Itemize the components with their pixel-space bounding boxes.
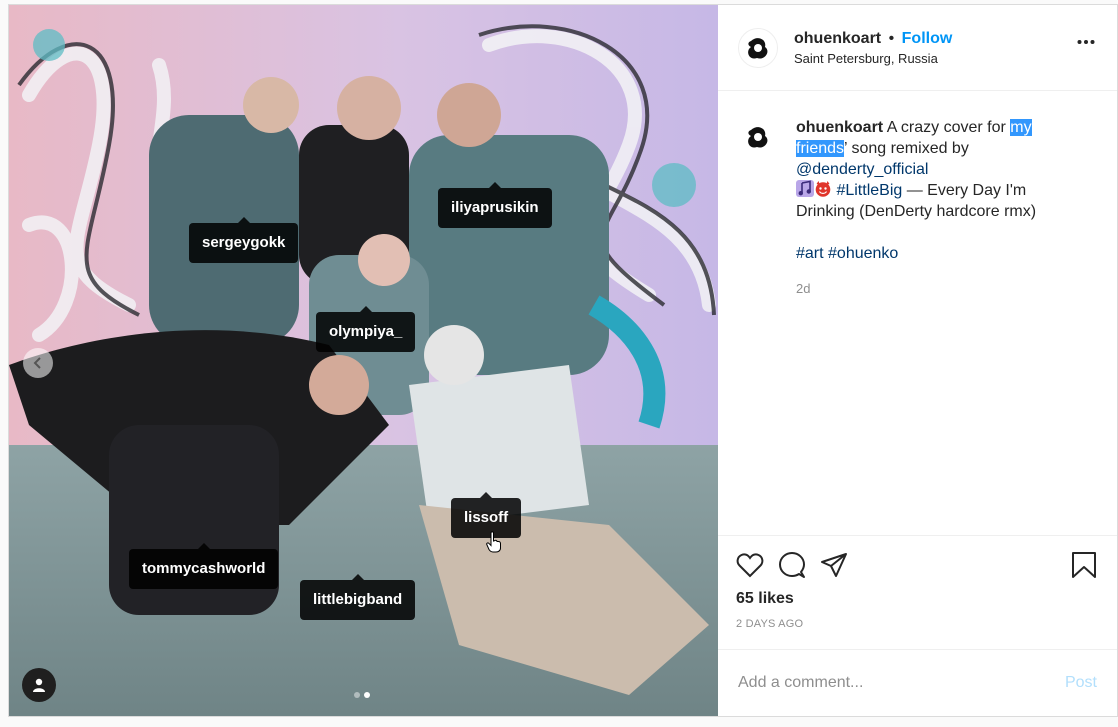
carousel-dot-active bbox=[364, 692, 370, 698]
carousel-dot bbox=[354, 692, 360, 698]
comment-icon[interactable] bbox=[778, 551, 806, 579]
comment-input[interactable] bbox=[738, 674, 1065, 692]
post-date[interactable]: 2 DAYS AGO bbox=[736, 618, 1097, 630]
caption-username[interactable]: ohuenkoart bbox=[796, 119, 883, 136]
post-comment-button[interactable]: Post bbox=[1065, 674, 1097, 692]
likes-count[interactable]: 65 likes bbox=[736, 590, 1097, 608]
ohuenko-logo-icon bbox=[748, 37, 768, 59]
caption: ohuenkoart A crazy cover for my friends’… bbox=[796, 117, 1066, 535]
mention-link[interactable]: @denderty_official bbox=[796, 161, 928, 178]
user-tag-littlebigband[interactable]: littlebigband bbox=[300, 574, 416, 620]
avatar[interactable] bbox=[738, 27, 778, 68]
hand-cursor-icon bbox=[486, 531, 501, 553]
hashtag-link-art[interactable]: #art bbox=[796, 245, 824, 262]
header-username[interactable]: ohuenkoart bbox=[794, 30, 881, 47]
post-card: sergeygokk iliyaprusikin olympiya_ lisso… bbox=[8, 4, 1118, 717]
comment-area: Post bbox=[718, 649, 1117, 716]
ohuenko-logo-icon bbox=[748, 127, 768, 148]
chevron-left-icon bbox=[33, 357, 41, 369]
caption-avatar[interactable] bbox=[738, 117, 778, 157]
location-link[interactable]: Saint Petersburg, Russia bbox=[794, 51, 952, 66]
caption-text: ’ song remixed by bbox=[844, 140, 969, 157]
hashtag-link-ohuenko[interactable]: #ohuenko bbox=[828, 245, 898, 262]
carousel-indicator bbox=[354, 692, 370, 698]
musical-note-emoji-icon bbox=[796, 180, 814, 197]
user-tag-tommycashworld[interactable]: tommycashworld bbox=[129, 543, 279, 589]
post-header: ohuenkoart • Follow Saint Petersburg, Ru… bbox=[718, 5, 1117, 91]
follow-button[interactable]: Follow bbox=[902, 30, 953, 47]
header-line: ohuenkoart • Follow bbox=[794, 30, 952, 48]
header-text: ohuenkoart • Follow Saint Petersburg, Ru… bbox=[794, 30, 952, 66]
actions-area: 65 likes 2 DAYS AGO bbox=[718, 535, 1117, 649]
caption-time[interactable]: 2d bbox=[796, 278, 1066, 299]
hashtag-link-littlebig[interactable]: #LittleBig bbox=[836, 182, 902, 199]
person-icon bbox=[33, 678, 45, 692]
post-side-panel: ohuenkoart • Follow Saint Petersburg, Ru… bbox=[718, 5, 1117, 716]
post-photo[interactable]: sergeygokk iliyaprusikin olympiya_ lisso… bbox=[9, 5, 718, 716]
user-tag-sergeygokk[interactable]: sergeygokk bbox=[189, 217, 299, 263]
action-bar bbox=[736, 548, 1097, 582]
devil-emoji-icon bbox=[815, 181, 831, 197]
user-tag-iliyaprusikin[interactable]: iliyaprusikin bbox=[438, 182, 552, 228]
separator: • bbox=[888, 29, 895, 47]
caption-text: A crazy cover for bbox=[886, 119, 1006, 136]
heart-icon[interactable] bbox=[736, 552, 764, 578]
bookmark-icon[interactable] bbox=[1071, 551, 1097, 579]
carousel-prev-button[interactable] bbox=[23, 348, 53, 378]
user-tag-olympiya[interactable]: olympiya_ bbox=[316, 306, 416, 352]
more-options-icon[interactable] bbox=[1077, 39, 1095, 45]
share-icon[interactable] bbox=[820, 552, 848, 578]
caption-text: — Every Day I'm Drinking (DenDerty hardc… bbox=[796, 182, 1037, 220]
caption-area: ohuenkoart A crazy cover for my friends’… bbox=[718, 91, 1117, 535]
user-tags-toggle-button[interactable] bbox=[22, 668, 56, 702]
